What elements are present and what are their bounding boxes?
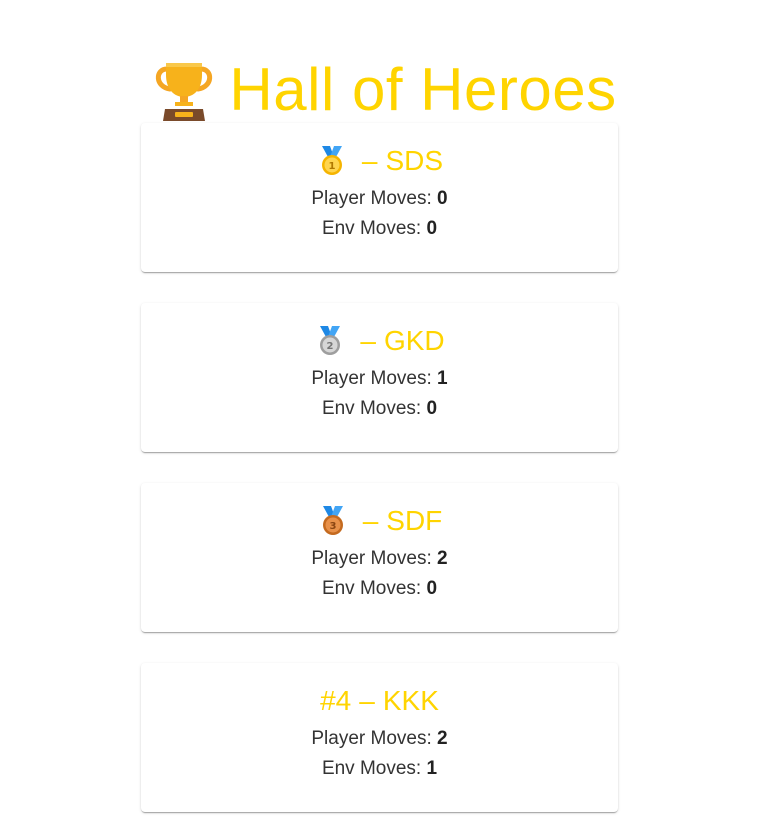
- player-moves-line: Player Moves: 2: [141, 729, 618, 748]
- silver-medal-icon: 2: [320, 326, 341, 355]
- env-moves-value: 1: [426, 758, 438, 779]
- hero-name: SDF: [386, 505, 443, 536]
- bronze-medal-icon: 3: [322, 506, 343, 535]
- player-moves-value: 2: [437, 728, 448, 749]
- player-moves-value: 0: [437, 188, 448, 209]
- env-moves-line: Env Moves: 0: [141, 579, 618, 598]
- player-moves-value: 1: [437, 368, 448, 389]
- hero-card-title: 1 – SDS: [141, 141, 618, 181]
- player-moves-line: Player Moves: 0: [141, 189, 618, 208]
- player-moves-label: Player Moves:: [311, 188, 432, 209]
- player-moves-label: Player Moves:: [311, 548, 432, 569]
- env-moves-value: 0: [426, 218, 438, 239]
- page-header: Hall of Heroes: [0, 50, 764, 130]
- hero-name: KKK: [382, 685, 439, 716]
- hero-card-title: 2 – GKD: [141, 321, 618, 361]
- hall-of-heroes-page: Hall of Heroes 1 – SDS Player Moves: 0 E…: [0, 0, 764, 821]
- env-moves-value: 0: [426, 578, 438, 599]
- hero-card: 3 – SDF Player Moves: 2 Env Moves: 0: [141, 483, 618, 632]
- env-moves-label: Env Moves:: [321, 758, 422, 779]
- hero-card: 2 – GKD Player Moves: 1 Env Moves: 0: [141, 303, 618, 452]
- player-moves-line: Player Moves: 2: [141, 549, 618, 568]
- rank-label: #4: [320, 685, 352, 716]
- hero-name: GKD: [383, 325, 445, 356]
- env-moves-line: Env Moves: 1: [141, 759, 618, 778]
- env-moves-label: Env Moves:: [321, 218, 422, 239]
- trophy-icon: [156, 63, 213, 121]
- hero-card: #4 – KKK Player Moves: 2 Env Moves: 1: [141, 663, 618, 812]
- hero-card-title: 3 – SDF: [141, 501, 618, 541]
- env-moves-value: 0: [426, 398, 438, 419]
- gold-medal-icon: 1: [321, 146, 342, 175]
- player-moves-label: Player Moves:: [311, 728, 432, 749]
- player-moves-label: Player Moves:: [311, 368, 432, 389]
- rank-separator: –: [362, 505, 379, 536]
- player-moves-value: 2: [437, 548, 448, 569]
- header-inner: Hall of Heroes: [153, 57, 616, 123]
- svg-text:3: 3: [329, 521, 336, 532]
- hero-card-title: #4 – KKK: [141, 681, 618, 721]
- hero-card: 1 – SDS Player Moves: 0 Env Moves: 0: [141, 123, 618, 272]
- svg-text:1: 1: [328, 161, 335, 172]
- svg-text:2: 2: [327, 341, 334, 352]
- env-moves-label: Env Moves:: [321, 398, 422, 419]
- env-moves-label: Env Moves:: [321, 578, 422, 599]
- rank-separator: –: [360, 325, 376, 356]
- env-moves-line: Env Moves: 0: [141, 399, 618, 418]
- env-moves-line: Env Moves: 0: [141, 219, 618, 238]
- rank-separator: –: [359, 685, 375, 716]
- player-moves-line: Player Moves: 1: [141, 369, 618, 388]
- page-title: Hall of Heroes: [229, 56, 617, 123]
- rank-separator: –: [361, 145, 378, 176]
- hero-name: SDS: [385, 145, 444, 176]
